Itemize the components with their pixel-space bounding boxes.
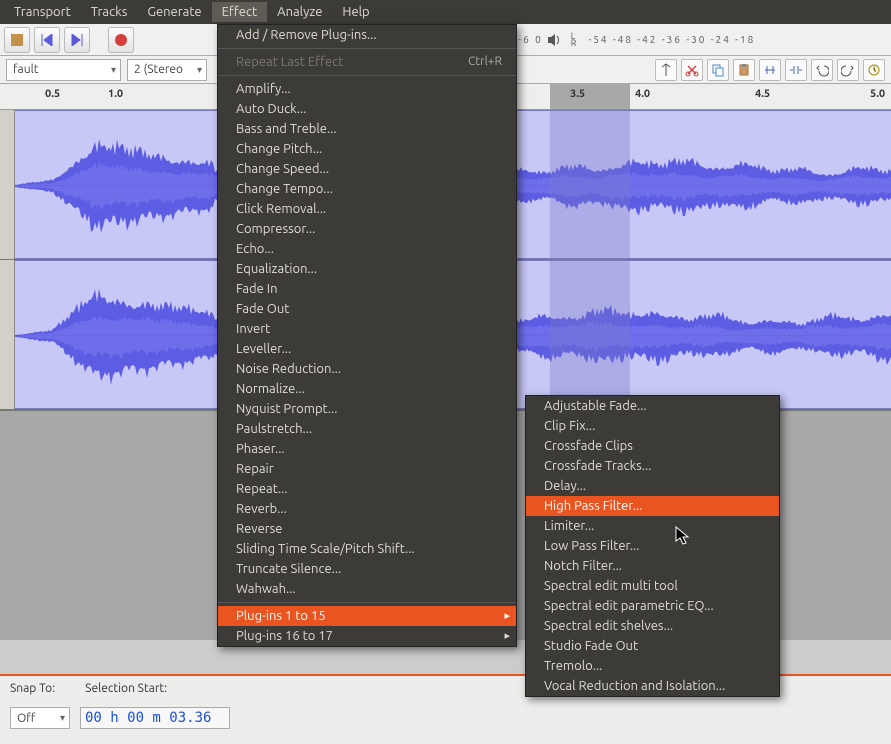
snap-to-combo[interactable]: Off <box>10 707 70 729</box>
track-head[interactable] <box>0 110 15 259</box>
effect-item[interactable]: Reverb... <box>218 499 516 519</box>
effect-item[interactable]: Leveller... <box>218 339 516 359</box>
effect-item[interactable]: Bass and Treble... <box>218 119 516 139</box>
effect-item[interactable]: Compressor... <box>218 219 516 239</box>
channels-combo[interactable]: 2 (Stereo <box>127 59 207 81</box>
menu-tracks[interactable]: Tracks <box>81 2 138 22</box>
effect-item[interactable]: Plug-ins 16 to 17 <box>218 626 516 646</box>
lr-label: LR <box>571 33 577 47</box>
db-ticks: -54 -48 -42 -36 -30 -24 -18 <box>588 34 755 45</box>
plugin-item[interactable]: Adjustable Fade... <box>526 396 779 416</box>
plugin-item[interactable]: Spectral edit parametric EQ... <box>526 596 779 616</box>
copy-icon[interactable] <box>707 59 729 81</box>
effect-menu: Add / Remove Plug-ins... Repeat Last Effe… <box>217 24 517 647</box>
effect-item[interactable]: Add / Remove Plug-ins... <box>218 25 516 45</box>
effect-item[interactable]: Nyquist Prompt... <box>218 399 516 419</box>
skip-start-button[interactable] <box>34 27 60 53</box>
record-button[interactable] <box>108 27 134 53</box>
redo-icon[interactable] <box>837 59 859 81</box>
effect-item[interactable]: Equalization... <box>218 259 516 279</box>
effect-item[interactable]: Change Speed... <box>218 159 516 179</box>
plugin-item[interactable]: Crossfade Tracks... <box>526 456 779 476</box>
effect-item[interactable]: Sliding Time Scale/Pitch Shift... <box>218 539 516 559</box>
effect-item[interactable]: Phaser... <box>218 439 516 459</box>
effect-item[interactable]: Noise Reduction... <box>218 359 516 379</box>
ruler-selection <box>550 84 630 110</box>
speaker-icon <box>547 33 563 47</box>
paste-icon[interactable] <box>733 59 755 81</box>
effect-item[interactable]: Fade Out <box>218 299 516 319</box>
menubar: TransportTracksGenerateEffectAnalyzeHelp <box>0 0 891 24</box>
plugin-item[interactable]: Limiter... <box>526 516 779 536</box>
menu-generate[interactable]: Generate <box>137 2 211 22</box>
plugin-item[interactable]: Vocal Reduction and Isolation... <box>526 676 779 696</box>
trim-icon[interactable] <box>759 59 781 81</box>
menu-help[interactable]: Help <box>332 2 379 22</box>
effect-item[interactable]: Change Tempo... <box>218 179 516 199</box>
plugin-item[interactable]: Clip Fix... <box>526 416 779 436</box>
effect-item[interactable]: Change Pitch... <box>218 139 516 159</box>
effect-item[interactable]: Wahwah... <box>218 579 516 599</box>
plugin-item[interactable]: Tremolo... <box>526 656 779 676</box>
device-combo[interactable]: fault <box>6 59 121 81</box>
effect-item: Repeat Last EffectCtrl+R <box>218 52 516 72</box>
menu-transport[interactable]: Transport <box>4 2 81 22</box>
effect-item[interactable]: Truncate Silence... <box>218 559 516 579</box>
effect-item[interactable]: Repair <box>218 459 516 479</box>
plugin-item[interactable]: Delay... <box>526 476 779 496</box>
sync-lock-icon[interactable] <box>863 59 885 81</box>
effect-item[interactable]: Normalize... <box>218 379 516 399</box>
plugin-item[interactable]: Spectral edit multi tool <box>526 576 779 596</box>
effect-item[interactable]: Invert <box>218 319 516 339</box>
track-selection <box>550 261 630 408</box>
ruler-tick: 4.5 <box>755 88 770 100</box>
effect-item[interactable]: Paulstretch... <box>218 419 516 439</box>
cut-icon[interactable] <box>681 59 703 81</box>
track-head[interactable] <box>0 260 15 409</box>
effect-item[interactable]: Auto Duck... <box>218 99 516 119</box>
selection-start-input[interactable] <box>80 707 230 729</box>
selection-start-label: Selection Start: <box>85 682 167 695</box>
ruler-tick: 3.5 <box>570 88 585 100</box>
menu-effect[interactable]: Effect <box>212 2 268 22</box>
plugin-item[interactable]: Spectral edit shelves... <box>526 616 779 636</box>
ruler-tick: 4.0 <box>635 88 650 100</box>
ruler-tick: 1.0 <box>108 88 123 100</box>
cursor-tool-icon[interactable] <box>655 59 677 81</box>
undo-icon[interactable] <box>811 59 833 81</box>
silence-icon[interactable] <box>785 59 807 81</box>
ruler-tick: 5.0 <box>870 88 885 100</box>
stop-button[interactable] <box>4 27 30 53</box>
plugins-submenu: Adjustable Fade...Clip Fix...Crossfade C… <box>525 395 780 697</box>
effect-item[interactable]: Plug-ins 1 to 15 <box>218 606 516 626</box>
effect-item[interactable]: Fade In <box>218 279 516 299</box>
snap-to-label: Snap To: <box>10 682 55 695</box>
effect-item[interactable]: Echo... <box>218 239 516 259</box>
menu-analyze[interactable]: Analyze <box>267 2 332 22</box>
plugin-item[interactable]: Notch Filter... <box>526 556 779 576</box>
skip-end-button[interactable] <box>64 27 90 53</box>
track-selection <box>550 111 630 258</box>
effect-item[interactable]: Reverse <box>218 519 516 539</box>
effect-item[interactable]: Click Removal... <box>218 199 516 219</box>
plugin-item[interactable]: Low Pass Filter... <box>526 536 779 556</box>
plugin-item[interactable]: High Pass Filter... <box>526 496 779 516</box>
ruler-tick: 0.5 <box>45 88 60 100</box>
effect-item[interactable]: Amplify... <box>218 79 516 99</box>
plugin-item[interactable]: Crossfade Clips <box>526 436 779 456</box>
plugin-item[interactable]: Studio Fade Out <box>526 636 779 656</box>
effect-item[interactable]: Repeat... <box>218 479 516 499</box>
